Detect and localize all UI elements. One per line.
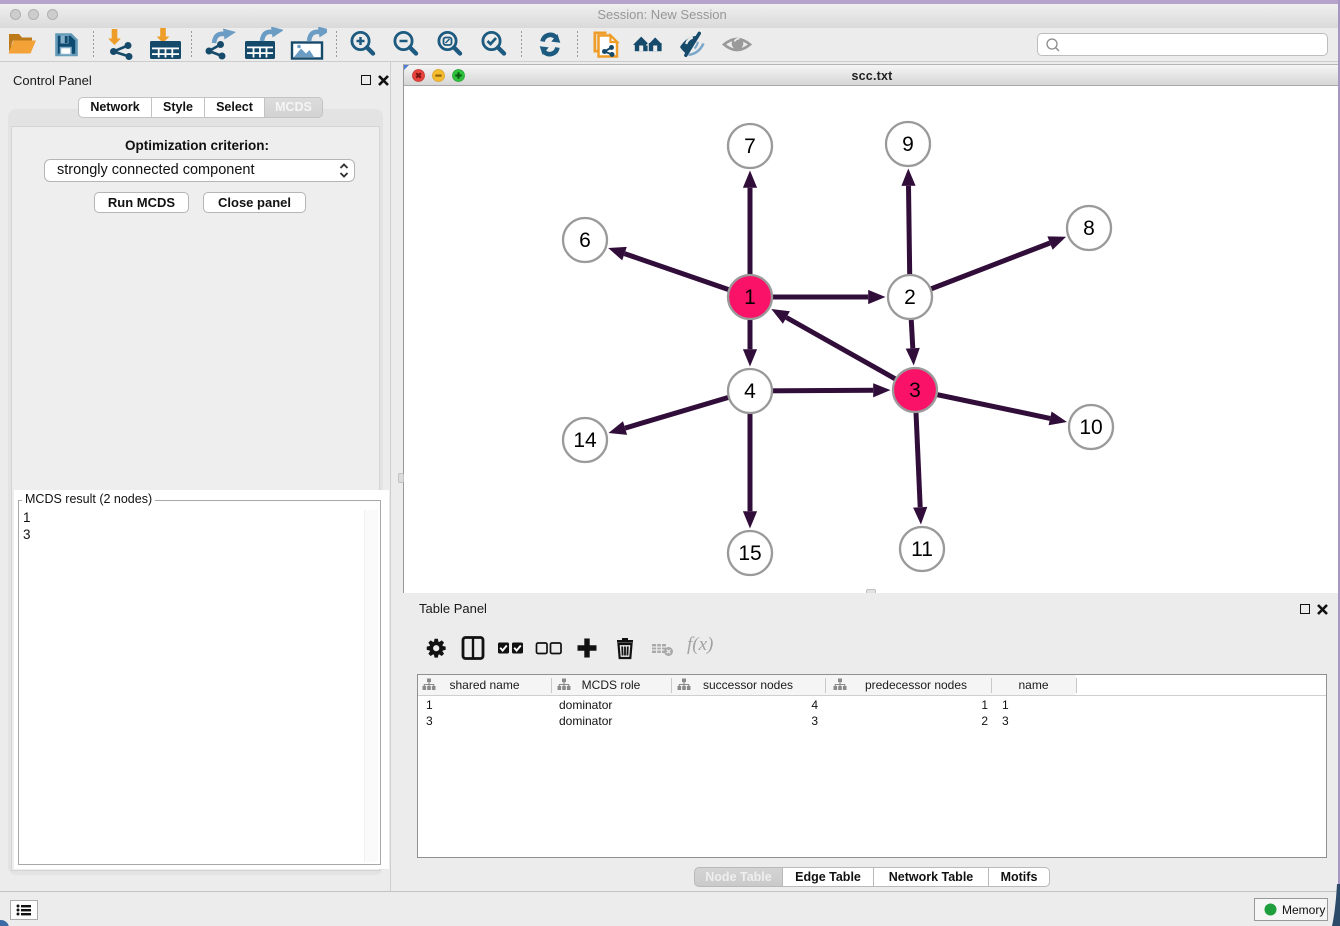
svg-text:8: 8	[1083, 217, 1095, 240]
svg-text:3: 3	[909, 379, 921, 402]
svg-text:2: 2	[904, 286, 916, 309]
svg-text:7: 7	[744, 135, 756, 158]
svg-text:15: 15	[738, 542, 761, 565]
svg-text:9: 9	[902, 133, 914, 156]
svg-text:10: 10	[1079, 416, 1102, 439]
svg-text:11: 11	[911, 538, 933, 561]
svg-text:4: 4	[744, 380, 756, 403]
svg-text:1: 1	[744, 286, 756, 309]
svg-text:14: 14	[573, 429, 597, 452]
svg-text:6: 6	[579, 229, 591, 252]
